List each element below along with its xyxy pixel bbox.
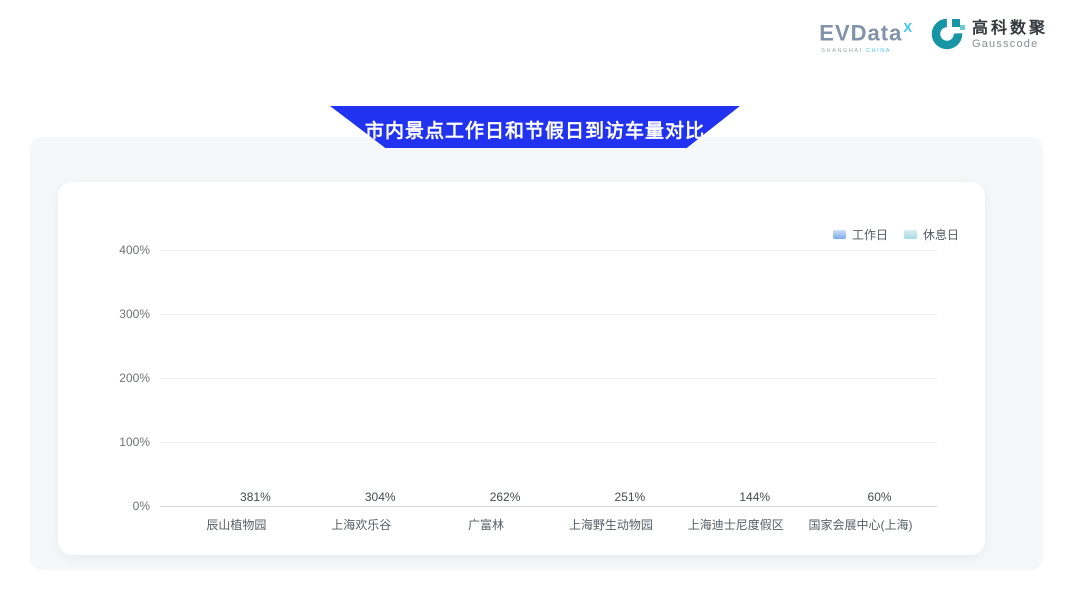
gridline-200	[160, 378, 937, 379]
y-tick-label: 100%	[102, 435, 150, 449]
evdata-logo: EVDataX SHANGHAI CHINA	[819, 17, 913, 53]
gridline-100	[160, 442, 937, 443]
gridline-300	[160, 314, 937, 315]
chart-card: 工作日 休息日 381%辰山植物园304%上海欢乐谷262%广富林251%上海野…	[58, 182, 985, 555]
evdata-x-mark: X	[903, 20, 913, 35]
y-tick-label: 200%	[102, 371, 150, 385]
category-label: 上海欢乐谷	[331, 516, 391, 533]
y-tick-label: 300%	[102, 307, 150, 321]
legend-item-restday[interactable]: 休息日	[904, 226, 959, 243]
legend-label-restday: 休息日	[923, 226, 959, 243]
legend: 工作日 休息日	[833, 226, 959, 243]
plot-area: 381%辰山植物园304%上海欢乐谷262%广富林251%上海野生动物园144%…	[160, 251, 937, 507]
value-label: 251%	[615, 490, 646, 504]
value-label: 60%	[868, 490, 892, 504]
category-label: 上海野生动物园	[569, 516, 653, 533]
chart-title-banner: 市内景点工作日和节假日到访车量对比	[330, 106, 740, 148]
category-label: 上海迪士尼度假区	[688, 516, 784, 533]
y-tick-label: 0%	[102, 499, 150, 513]
logo-bar: EVDataX SHANGHAI CHINA 高科数聚 Gausscode	[819, 16, 1048, 55]
value-label: 304%	[365, 490, 396, 504]
legend-swatch-workday	[833, 230, 846, 239]
gausscode-text: 高科数聚 Gausscode	[972, 20, 1048, 51]
evdata-wordmark: EVDataX	[819, 17, 913, 44]
category-label: 国家会展中心(上海)	[809, 516, 913, 533]
legend-label-workday: 工作日	[852, 226, 888, 243]
value-label: 144%	[739, 490, 770, 504]
gausscode-g-icon	[931, 16, 965, 55]
gridline-400	[160, 250, 937, 251]
category-label: 广富林	[468, 516, 504, 533]
gridline-0	[160, 506, 937, 507]
value-label: 262%	[490, 490, 521, 504]
legend-swatch-restday	[904, 230, 917, 239]
value-label: 381%	[240, 490, 271, 504]
page: EVDataX SHANGHAI CHINA 高科数聚 Gausscode 市内…	[0, 0, 1080, 608]
gausscode-en: Gausscode	[972, 38, 1048, 51]
evdata-subtext: SHANGHAI CHINA	[821, 48, 891, 54]
bar-groups: 381%辰山植物园304%上海欢乐谷262%广富林251%上海野生动物园144%…	[160, 251, 937, 507]
category-label: 辰山植物园	[206, 516, 266, 533]
gausscode-logo: 高科数聚 Gausscode	[931, 16, 1048, 55]
legend-item-workday[interactable]: 工作日	[833, 226, 888, 243]
y-tick-label: 400%	[102, 243, 150, 257]
chart-title: 市内景点工作日和节假日到访车量对比	[365, 112, 705, 143]
gausscode-cn: 高科数聚	[972, 20, 1048, 38]
chart-panel: 工作日 休息日 381%辰山植物园304%上海欢乐谷262%广富林251%上海野…	[30, 137, 1043, 570]
